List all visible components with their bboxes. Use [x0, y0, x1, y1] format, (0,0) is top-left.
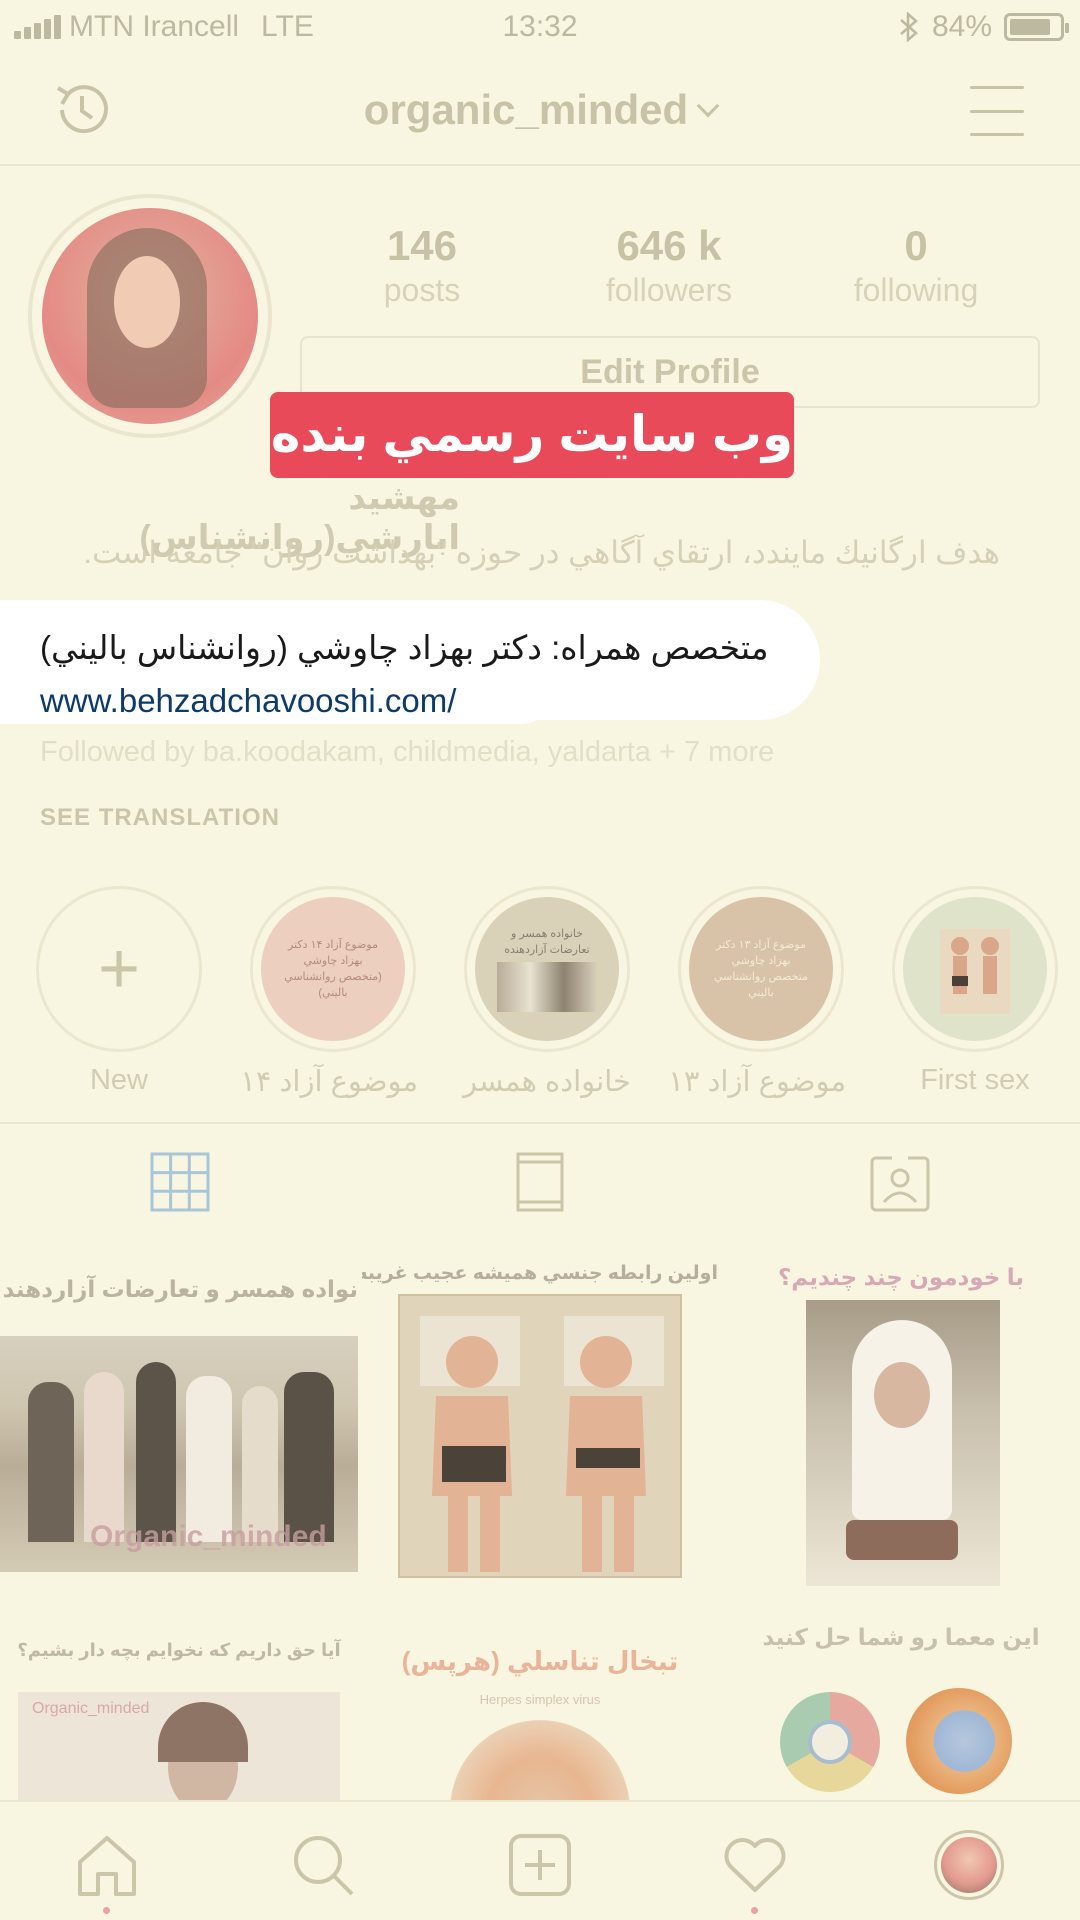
post-thumbnail[interactable]: آيا حق داريم كه نخوايم بچه دار بشيم؟ Org… — [0, 1600, 358, 1800]
stat-value: 646 k — [616, 222, 722, 269]
post-title: آيا حق داريم كه نخوايم بچه دار بشيم؟ — [17, 1640, 341, 1660]
post-thumbnail[interactable]: اين معما رو شما حل كنيد — [722, 1600, 1080, 1800]
highlight-item[interactable]: موضوع آزاد ۱۴ دكتر بهزاد چاوشي (متخصص رو… — [240, 886, 418, 1099]
bio-text: هدف ارگانيك مايندد، ارتقاي آگاهي در حوزه… — [83, 535, 1000, 570]
post-image: Organic_minded — [0, 1336, 358, 1572]
post-title: اولين رابطه جنسي هميشه عجيب غريبه — [362, 1263, 718, 1284]
post-watermark: Organic_minded — [90, 1520, 327, 1553]
highlight-cover-text: خانواده همسر و تعارضات آزاردهنده — [504, 928, 590, 956]
followed-by[interactable]: Followed by ba.koodakam, childmedia, yal… — [40, 736, 774, 769]
post-image — [806, 1300, 1000, 1586]
stat-value: 0 — [904, 222, 928, 269]
nav-profile[interactable] — [934, 1830, 1004, 1900]
battery-percent: 84% — [931, 10, 992, 43]
search-icon — [294, 1836, 354, 1896]
bluetooth-icon — [900, 12, 918, 42]
post-title: نواده همسر و تعارضات آزاردهند — [2, 1276, 358, 1302]
bottom-navigation — [0, 1800, 1080, 1920]
chrome-logo-icon — [780, 1692, 880, 1792]
post-title: تبخال تناسلي (هرپس) — [401, 1646, 679, 1676]
feed-icon[interactable] — [508, 1150, 572, 1214]
specialist-text: متخصص همراه: دكتر بهزاد چاوشي (روانشناس … — [40, 629, 769, 666]
profile-avatar[interactable] — [28, 194, 272, 438]
post-thumbnail[interactable]: نواده همسر و تعارضات آزاردهند Organic_mi… — [0, 1244, 358, 1596]
highlight-cover-illustration — [940, 929, 1010, 1014]
profile-header: organic_minded — [0, 56, 1080, 166]
stat-followers[interactable]: 646 k followers — [569, 222, 769, 309]
add-post-icon — [509, 1834, 571, 1896]
highlight-new[interactable]: + New — [34, 886, 204, 1097]
post-image — [450, 1720, 630, 1800]
highlight-item[interactable]: First sex — [890, 886, 1060, 1097]
highlight-item[interactable]: موضوع آزاد ۱۳ دكتر بهزاد چاوشي متخصص روا… — [668, 886, 846, 1099]
website-link[interactable]: www.behzadchavooshi.com/ — [40, 682, 456, 720]
highlight-label: خانواده همسر — [463, 1066, 631, 1098]
heart-icon — [724, 1838, 786, 1892]
post-watermark: Organic_minded — [32, 1700, 150, 1717]
notification-dot — [103, 1907, 110, 1914]
highlight-photo — [497, 962, 597, 1012]
nav-home[interactable] — [72, 1830, 142, 1914]
stat-following[interactable]: 0 following — [816, 222, 1016, 309]
post-title: اين معما رو شما حل كنيد — [762, 1624, 1040, 1650]
menu-icon[interactable] — [970, 86, 1024, 136]
battery-fill — [1010, 19, 1051, 35]
nav-activity[interactable] — [720, 1830, 790, 1914]
profile-avatar — [934, 1830, 1004, 1900]
tagged-icon[interactable] — [868, 1150, 932, 1214]
see-translation-link[interactable]: SEE TRANSLATION — [40, 804, 280, 832]
profile-tabs — [0, 1122, 1080, 1242]
post-image: Organic_minded — [18, 1692, 340, 1800]
battery-icon — [1004, 13, 1069, 41]
post-thumbnail[interactable]: با خودمون چند چنديم؟ — [722, 1244, 1080, 1596]
firefox-logo-icon — [906, 1688, 1012, 1794]
username: organic_minded — [363, 86, 689, 133]
post-thumbnail[interactable]: تبخال تناسلي (هرپس) Herpes simplex virus — [362, 1600, 718, 1800]
stat-posts[interactable]: 146 posts — [322, 222, 522, 309]
status-bar: MTN Irancell LTE 13:32 84% — [0, 0, 1080, 56]
nav-add[interactable] — [505, 1830, 575, 1900]
stat-label: posts — [383, 272, 461, 308]
post-thumbnail[interactable]: اولين رابطه جنسي هميشه عجيب غريبه — [362, 1244, 718, 1596]
highlight-label: موضوع آزاد ۱۳ — [668, 1066, 846, 1098]
post-image — [398, 1294, 682, 1578]
username-switcher[interactable]: organic_minded — [0, 86, 1080, 134]
grid-icon[interactable] — [148, 1150, 212, 1214]
highlight-item[interactable]: خانواده همسر و تعارضات آزاردهنده خانواده… — [462, 886, 632, 1099]
highlight-label: First sex — [920, 1064, 1030, 1096]
highlight-label: موضوع آزاد ۱۴ — [240, 1066, 418, 1098]
plus-icon: + — [97, 929, 141, 1009]
website-banner: وب سايت رسمي بنده — [270, 392, 794, 478]
stat-label: followers — [605, 272, 733, 308]
status-right: 84% — [898, 10, 1069, 44]
nav-search[interactable] — [288, 1830, 358, 1900]
chevron-down-icon — [696, 94, 720, 118]
highlight-cover-text: موضوع آزاد ۱۳ دكتر بهزاد چاوشي متخصص روا… — [714, 939, 808, 999]
home-icon — [78, 1836, 136, 1896]
notification-dot — [751, 1907, 758, 1914]
highlight-cover-text: موضوع آزاد ۱۴ دكتر بهزاد چاوشي (متخصص رو… — [284, 939, 382, 999]
highlight-label: New — [89, 1064, 148, 1096]
stat-value: 146 — [386, 222, 458, 269]
stat-label: following — [853, 272, 979, 308]
post-subtitle: Herpes simplex virus — [479, 1692, 601, 1707]
post-illustration — [420, 1316, 664, 1572]
post-title: با خودمون چند چنديم؟ — [777, 1264, 1025, 1290]
